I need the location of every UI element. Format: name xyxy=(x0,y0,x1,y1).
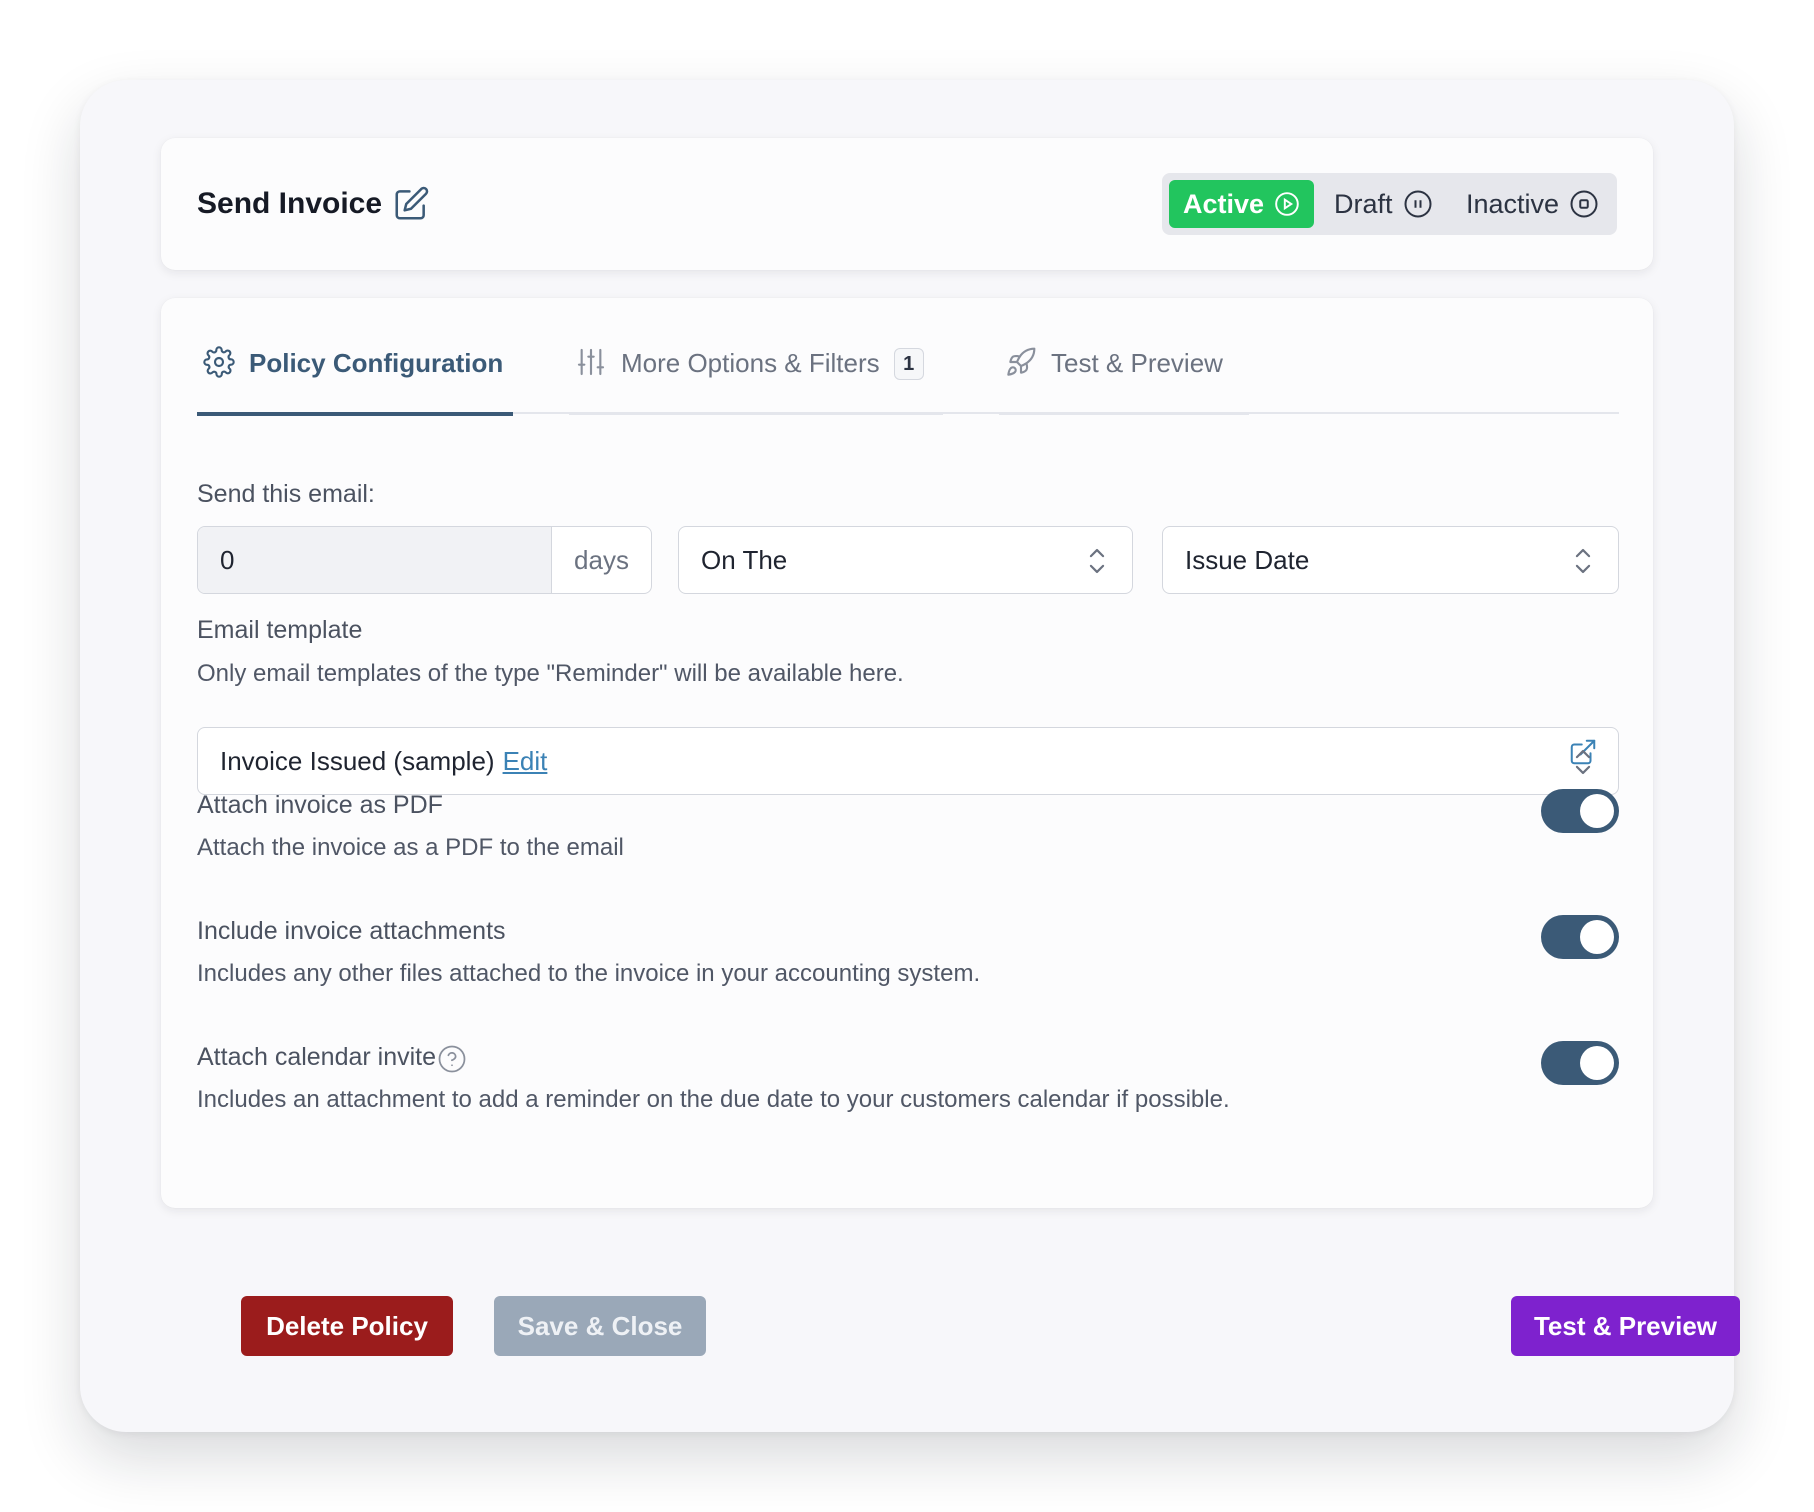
attach-pdf-toggle[interactable] xyxy=(1541,789,1619,833)
option-description: Attach the invoice as a PDF to the email xyxy=(197,834,624,861)
reference-date-select[interactable]: Issue Date xyxy=(1162,526,1619,594)
status-segmented-control: Active Draft Inactive xyxy=(1162,173,1617,235)
chevron-up-down-icon xyxy=(1575,548,1591,574)
status-inactive-label: Inactive xyxy=(1466,188,1560,219)
toggle-knob xyxy=(1580,794,1614,828)
offset-input-group: 0 days xyxy=(197,526,652,594)
toggle-knob xyxy=(1580,1046,1614,1080)
header-card: Send Invoice Active Draft Inactive xyxy=(161,138,1653,270)
relation-select-value: On The xyxy=(701,544,788,575)
relation-select[interactable]: On The xyxy=(678,526,1133,594)
status-draft-label: Draft xyxy=(1334,188,1393,219)
option-title: Attach invoice as PDF xyxy=(197,791,443,819)
option-title: Include invoice attachments xyxy=(197,917,506,945)
play-circle-icon xyxy=(1275,192,1299,216)
gear-icon xyxy=(203,346,235,378)
option-description: Includes an attachment to add a reminder… xyxy=(197,1086,1230,1113)
send-email-label: Send this email: xyxy=(197,480,375,508)
chevron-up-down-icon xyxy=(1575,749,1591,775)
offset-days-input[interactable]: 0 xyxy=(198,527,552,593)
tab-label: Test & Preview xyxy=(1051,348,1223,378)
test-preview-button[interactable]: Test & Preview xyxy=(1511,1296,1740,1356)
template-select-value: Invoice Issued (sample) xyxy=(220,745,495,776)
offset-unit-addon: days xyxy=(574,544,629,575)
policy-title-group: Send Invoice xyxy=(197,185,430,223)
option-description: Includes any other files attached to the… xyxy=(197,960,981,987)
tab-more-options-filters[interactable]: More Options & Filters 1 xyxy=(569,348,943,415)
email-template-select[interactable]: Invoice Issued (sample) Edit xyxy=(197,727,1619,795)
tab-policy-configuration[interactable]: Policy Configuration xyxy=(197,346,513,416)
tab-test-preview[interactable]: Test & Preview xyxy=(999,347,1249,415)
status-draft-button[interactable]: Draft xyxy=(1320,180,1447,228)
sliders-icon xyxy=(577,348,605,376)
edit-template-link[interactable]: Edit xyxy=(503,746,548,777)
rocket-icon xyxy=(1007,347,1036,376)
edit-title-icon[interactable] xyxy=(392,185,430,223)
chevron-up-down-icon xyxy=(1089,548,1105,574)
tab-bar: Policy Configuration More Options & Filt… xyxy=(197,346,1619,416)
save-close-button[interactable]: Save & Close xyxy=(494,1296,706,1356)
delete-policy-button[interactable]: Delete Policy xyxy=(241,1296,453,1356)
tab-label: More Options & Filters xyxy=(621,348,880,378)
policy-title: Send Invoice xyxy=(197,187,383,220)
tab-label: Policy Configuration xyxy=(249,348,504,378)
status-active-label: Active xyxy=(1183,188,1265,219)
filter-count-badge: 1 xyxy=(893,348,924,380)
policy-config-card: Policy Configuration More Options & Filt… xyxy=(161,298,1653,1208)
stop-circle-icon xyxy=(1570,190,1598,218)
reference-select-value: Issue Date xyxy=(1185,544,1310,575)
policy-modal: Send Invoice Active Draft Inactive Polic… xyxy=(80,80,1740,1432)
toggle-knob xyxy=(1580,920,1614,954)
calendar-invite-toggle[interactable] xyxy=(1541,1041,1619,1085)
question-circle-icon[interactable] xyxy=(437,1044,467,1074)
status-active-button[interactable]: Active xyxy=(1169,180,1314,228)
include-attachments-toggle[interactable] xyxy=(1541,915,1619,959)
option-title: Attach calendar invite xyxy=(197,1043,437,1071)
status-inactive-button[interactable]: Inactive xyxy=(1452,180,1613,228)
email-template-help: Only email templates of the type "Remind… xyxy=(197,660,904,687)
email-template-label: Email template xyxy=(197,616,363,644)
pause-circle-icon xyxy=(1404,190,1432,218)
